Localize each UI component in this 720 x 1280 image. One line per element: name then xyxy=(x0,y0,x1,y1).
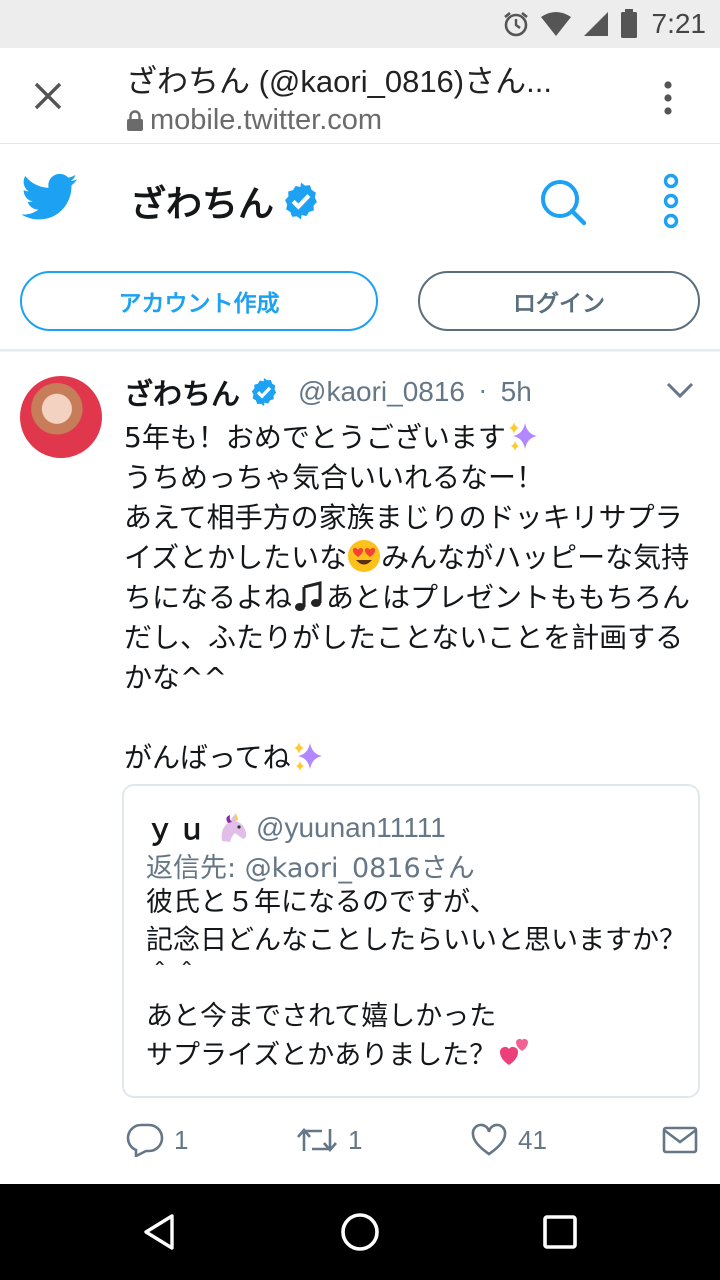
wifi-icon xyxy=(540,12,571,36)
search-icon[interactable] xyxy=(538,177,588,227)
tweet-text-part: 5年も！おめでとうございます xyxy=(124,421,506,454)
unicorn-emoji xyxy=(221,813,247,842)
tweet-timestamp[interactable]: 5h xyxy=(501,376,532,408)
twitter-bird-icon[interactable] xyxy=(22,173,78,221)
two-hearts-emoji xyxy=(500,1038,529,1065)
reply-icon xyxy=(126,1123,164,1157)
nav-home-button[interactable] xyxy=(330,1202,390,1262)
quoted-reply-to: 返信先: @kaori_0816さん xyxy=(146,853,475,884)
like-icon xyxy=(471,1123,507,1156)
url-row[interactable]: mobile.twitter.com xyxy=(126,104,382,137)
profile-name-text: ざわちん xyxy=(130,184,275,225)
tweet-text: 5年も！おめでとうございます うちめっちゃ気合いいれるなー！ あえて相手方の家族… xyxy=(124,418,704,778)
battery-icon xyxy=(620,9,637,38)
lock-icon xyxy=(127,109,143,131)
signal-icon xyxy=(583,12,608,36)
quoted-tweet-header: ｙｕ @yuunan11111 xyxy=(146,808,446,848)
status-bar: 7:21 xyxy=(0,0,720,48)
create-account-button[interactable]: アカウント作成 xyxy=(20,271,378,331)
like-button[interactable]: 41 xyxy=(470,1120,547,1160)
profile-name: ざわちん xyxy=(130,175,322,227)
reply-button[interactable]: 1 xyxy=(126,1120,188,1160)
nav-recents-button[interactable] xyxy=(530,1202,590,1262)
quoted-author-name: ｙｕ xyxy=(146,813,211,846)
system-nav-bar xyxy=(0,1184,720,1280)
music-note-emoji xyxy=(295,581,322,611)
retweet-count: 1 xyxy=(348,1124,363,1155)
tweet-author-name[interactable]: ざわちん xyxy=(124,371,240,413)
browser-bar: ざわちん (@kaori_0816)さん... mobile.twitter.c… xyxy=(0,48,720,144)
overflow-menu-icon xyxy=(664,81,672,115)
close-tab-button[interactable] xyxy=(16,64,80,128)
twitter-header: ざわちん アカウント作成 ログイン xyxy=(0,145,720,351)
url-text: mobile.twitter.com xyxy=(150,104,383,136)
tweet-actions: 1 1 41 xyxy=(120,1120,700,1160)
sparkles-emoji xyxy=(508,422,537,451)
status-icons: 7:21 xyxy=(502,6,707,42)
nav-home-icon xyxy=(341,1213,379,1251)
nav-back-button[interactable] xyxy=(130,1202,190,1262)
alarm-icon xyxy=(503,11,528,37)
login-button[interactable]: ログイン xyxy=(418,271,700,331)
sparkles-emoji xyxy=(293,742,322,771)
avatar[interactable] xyxy=(20,376,102,458)
more-vertical-icon[interactable] xyxy=(656,173,686,229)
close-icon xyxy=(34,82,62,110)
verified-badge-icon xyxy=(285,182,317,220)
quoted-text-body: 彼氏と５年になるのですが、 記念日どんなことしたらいいと思いますか？＾＾ あと今… xyxy=(146,887,686,1071)
chevron-down-icon[interactable] xyxy=(664,378,696,402)
direct-message-icon xyxy=(662,1126,698,1154)
tweet-separator: · xyxy=(479,378,487,406)
nav-recents-icon xyxy=(543,1215,577,1249)
like-count: 41 xyxy=(518,1124,547,1155)
tweet-author-handle[interactable]: @kaori_0816 xyxy=(298,376,465,408)
page-title: ざわちん (@kaori_0816)さん... xyxy=(126,64,552,99)
browser-menu-button[interactable] xyxy=(646,76,690,120)
quoted-tweet[interactable]: ｙｕ @yuunan11111 返信先: @kaori_0816さん 彼氏と５年… xyxy=(122,784,700,1098)
tweet[interactable]: ざわちん @kaori_0816 · 5h 5年も！おめでとうございます うちめ… xyxy=(0,352,720,1184)
quoted-author-handle: @yuunan11111 xyxy=(256,812,446,843)
direct-message-button[interactable] xyxy=(662,1120,698,1160)
status-time: 7:21 xyxy=(651,8,707,39)
retweet-button[interactable]: 1 xyxy=(296,1120,362,1160)
tweet-header: ざわちん @kaori_0816 · 5h xyxy=(124,372,532,412)
heart-eyes-emoji xyxy=(348,540,381,572)
verified-badge-icon xyxy=(251,378,277,406)
nav-back-icon xyxy=(144,1214,174,1250)
quoted-tweet-text: 彼氏と５年になるのですが、 記念日どんなことしたらいいと思いますか？＾＾ あと今… xyxy=(146,884,686,1075)
reply-count: 1 xyxy=(174,1124,189,1155)
retweet-icon xyxy=(297,1128,337,1152)
